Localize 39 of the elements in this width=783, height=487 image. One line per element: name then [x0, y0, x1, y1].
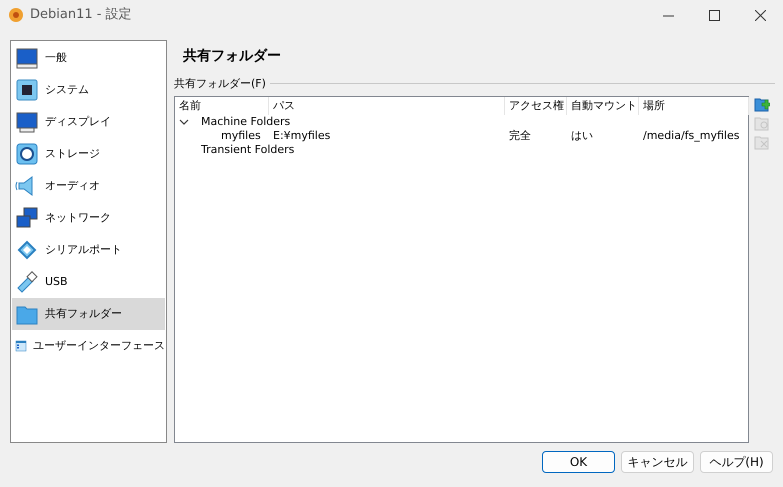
sidebar-item[interactable]: ストレージ — [12, 138, 165, 170]
page-title: 共有フォルダー — [183, 48, 281, 64]
sidebar-item[interactable]: 一般 — [12, 42, 165, 74]
column-header[interactable]: 自動マウント — [567, 97, 639, 115]
usb-icon — [15, 270, 39, 294]
dialog-button[interactable]: キャンセル — [621, 451, 694, 473]
group-label: 共有フォルダー(F) — [174, 76, 266, 92]
serial-port-icon — [15, 238, 39, 262]
app-icon — [8, 7, 24, 23]
sidebar-item[interactable]: オーディオ — [12, 170, 165, 202]
maximize-icon[interactable] — [708, 10, 720, 20]
window-title: Debian11 - 設定 — [30, 6, 132, 24]
table-cell-text: /media/fs_myfiles — [642, 128, 740, 144]
column-header[interactable]: パス — [269, 97, 505, 115]
table-cell-text: 完全 — [508, 128, 532, 144]
network-icon — [15, 206, 39, 230]
tree-group-label[interactable]: Transient Folders — [197, 142, 298, 158]
expand-caret-icon[interactable] — [179, 118, 189, 126]
sidebar-item[interactable]: 共有フォルダー — [12, 298, 165, 330]
dialog-button[interactable]: OK — [542, 451, 615, 473]
dialog-button[interactable]: ヘルプ(H) — [700, 451, 773, 473]
column-header[interactable]: 場所 — [639, 97, 749, 115]
column-header[interactable]: アクセス権 — [505, 97, 567, 115]
sidebar-item[interactable]: ディスプレイ — [12, 106, 165, 138]
tree-group-label[interactable]: Machine Folders — [197, 114, 294, 130]
chip-icon — [15, 78, 39, 102]
close-icon[interactable] — [754, 10, 766, 20]
table-cell-text: E:¥myfiles — [272, 128, 332, 144]
sidebar-item[interactable]: ネットワーク — [12, 202, 165, 234]
monitor-icon — [15, 46, 39, 70]
sidebar-item[interactable]: ユーザーインターフェース — [12, 330, 165, 362]
sidebar-item[interactable]: USB — [12, 266, 165, 298]
table-cell-text: myfiles — [220, 128, 262, 144]
add-folder-icon[interactable] — [754, 96, 770, 112]
column-header[interactable]: 名前 — [175, 97, 269, 115]
table-cell-text: はい — [570, 128, 594, 144]
sidebar-item[interactable]: シリアルポート — [12, 234, 165, 266]
sidebar-item[interactable]: システム — [12, 74, 165, 106]
monitor-icon — [15, 110, 39, 134]
